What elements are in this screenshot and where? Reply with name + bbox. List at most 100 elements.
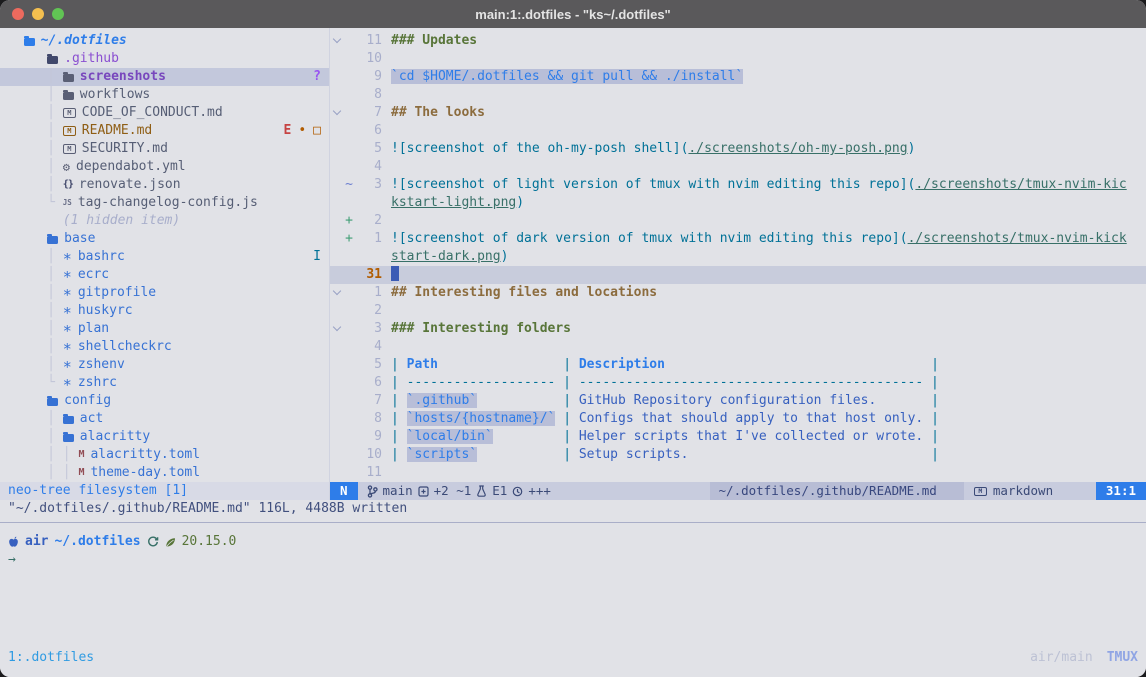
editor-line[interactable]: 6 [330,122,1146,140]
cursor-block [391,266,399,281]
editor-line[interactable]: 7## The looks [330,104,1146,122]
editor-line[interactable]: 8| `hosts/{hostname}/` | Configs that sh… [330,410,1146,428]
tree-item-zshrc[interactable]: └ *zshrc [0,374,329,392]
git-sign [343,464,355,482]
titlebar[interactable]: main:1:.dotfiles - "ks~/.dotfiles" [0,0,1146,28]
star-icon: * [63,272,72,282]
indent-guide: │ [8,248,63,266]
editor-line[interactable]: 9| `local/bin` | Helper scripts that I'v… [330,428,1146,446]
toml-icon: M [78,464,84,482]
editor-line[interactable]: kstart-light.png) [330,194,1146,212]
tree-item-workflows[interactable]: │ workflows [0,86,329,104]
tree-item-shellcheckrc[interactable]: │ *shellcheckrc [0,338,329,356]
line-text: ### Interesting folders [391,320,571,338]
badge-sq: □ [313,122,321,140]
tree-item-zshenv[interactable]: │ *zshenv [0,356,329,374]
git-sign [343,104,355,122]
line-text: | Path | Description | [391,356,939,374]
git-sign [343,446,355,464]
shell-pane[interactable]: air ~/.dotfiles 20.15.0 → [0,527,1146,647]
editor-line[interactable]: ~3![screenshot of light version of tmux … [330,176,1146,194]
line-number: 1 [355,230,382,248]
prompt-hostname: air [25,533,48,551]
editor-line[interactable]: +2 [330,212,1146,230]
editor-line[interactable]: 11### Updates [330,32,1146,50]
tree-item-huskyrc[interactable]: │ *huskyrc [0,302,329,320]
tree-item-label: ~/.dotfiles [41,32,127,50]
neo-tree-panel[interactable]: ~/.dotfiles .github │ screenshots? │ wor… [0,28,330,500]
indent-guide: │ [8,176,63,194]
editor-line[interactable]: 10 | `scripts` | Setup scripts. | [330,446,1146,464]
editor-line[interactable]: 5| Path | Description | [330,356,1146,374]
editor-line[interactable]: 7| `.github` | GitHub Repository configu… [330,392,1146,410]
editor-line[interactable]: 2 [330,302,1146,320]
node-leaf-icon [165,537,176,548]
tree-item--github[interactable]: .github [0,50,329,68]
tree-item-security-md[interactable]: │ MSECURITY.md [0,140,329,158]
editor-line[interactable]: start-dark.png) [330,248,1146,266]
tree-item-label: plan [78,320,109,338]
fold-column [330,410,343,428]
editor-line[interactable]: +1![screenshot of dark version of tmux w… [330,230,1146,248]
badge-q: ? [313,68,321,86]
editor-line[interactable]: 4 [330,338,1146,356]
fold-chevron-icon[interactable] [330,104,343,122]
git-sign [343,32,355,50]
tmux-session-tab[interactable]: 1:.dotfiles [8,650,94,665]
tree-item-gitprofile[interactable]: │ *gitprofile [0,284,329,302]
editor-line[interactable]: 8 [330,86,1146,104]
folder-icon [63,92,74,100]
editor-line[interactable]: 3### Interesting folders [330,320,1146,338]
editor-pane[interactable]: 11### Updates109`cd $HOME/.dotfiles && g… [330,28,1146,500]
tree-item-dependabot-yml[interactable]: │ ⚙dependabot.yml [0,158,329,176]
line-text: | `local/bin` | Helper scripts that I've… [391,428,939,446]
editor-line[interactable]: 11 [330,464,1146,482]
editor-buffer[interactable]: 11### Updates109`cd $HOME/.dotfiles && g… [330,28,1146,482]
tree-item-label: base [64,230,95,248]
tree-item-plan[interactable]: │ *plan [0,320,329,338]
editor-line[interactable]: 9`cd $HOME/.dotfiles && git pull && ./in… [330,68,1146,86]
tree-item-bashrc[interactable]: │ *bashrcI [0,248,329,266]
line-text: ## Interesting files and locations [391,284,657,302]
editor-line[interactable]: 6| ------------------- | ---------------… [330,374,1146,392]
editor-line[interactable]: 5![screenshot of the oh-my-posh shell](.… [330,140,1146,158]
tree-item-screenshots[interactable]: │ screenshots? [0,68,329,86]
node-version: 20.15.0 [182,533,237,551]
tree-item--dotfiles[interactable]: ~/.dotfiles [0,32,329,50]
tree-item-base[interactable]: base [0,230,329,248]
folder-icon [63,434,74,442]
editor-line[interactable]: 4 [330,158,1146,176]
fold-column [330,338,343,356]
tree-item-theme-day-toml[interactable]: │ │ Mtheme-day.toml [0,464,329,482]
line-number: 3 [355,176,382,194]
editor-line[interactable]: 1## Interesting files and locations [330,284,1146,302]
tree-item--1-hidden-item-[interactable]: (1 hidden item) [0,212,329,230]
tmux-pane-border[interactable] [0,518,1146,527]
line-text: `cd $HOME/.dotfiles && git pull && ./ins… [391,68,743,86]
star-icon: * [63,380,72,390]
tree-item-ecrc[interactable]: │ *ecrc [0,266,329,284]
line-number: 7 [355,392,382,410]
editor-line-current[interactable]: 31 [330,266,1146,284]
editor-line[interactable]: 10 [330,50,1146,68]
shell-prompt: air ~/.dotfiles 20.15.0 [8,533,1138,551]
tree-item-label: zshrc [78,374,117,392]
tree-item-act[interactable]: │ act [0,410,329,428]
indent-guide: │ │ [8,464,78,482]
tree-item-alacritty-toml[interactable]: │ │ Malacritty.toml [0,446,329,464]
fold-chevron-icon[interactable] [330,32,343,50]
indent-guide [8,230,47,248]
line-text: ### Updates [391,32,477,50]
tree-item-code-of-conduct-md[interactable]: │ MCODE_OF_CONDUCT.md [0,104,329,122]
filetype-section: M markdown [964,482,1096,500]
tree-item-tag-changelog-config-js[interactable]: └ JStag-changelog-config.js [0,194,329,212]
line-number: 10 [355,446,382,464]
tree-item-config[interactable]: config [0,392,329,410]
tree-item-alacritty[interactable]: │ alacritty [0,428,329,446]
tree-item-readme-md[interactable]: │ MREADME.mdE•□ [0,122,329,140]
fold-chevron-icon[interactable] [330,284,343,302]
indent-guide [8,212,63,230]
tree-item-renovate-json[interactable]: │ {}renovate.json [0,176,329,194]
line-text: | `scripts` | Setup scripts. | [391,446,939,464]
fold-chevron-icon[interactable] [330,320,343,338]
